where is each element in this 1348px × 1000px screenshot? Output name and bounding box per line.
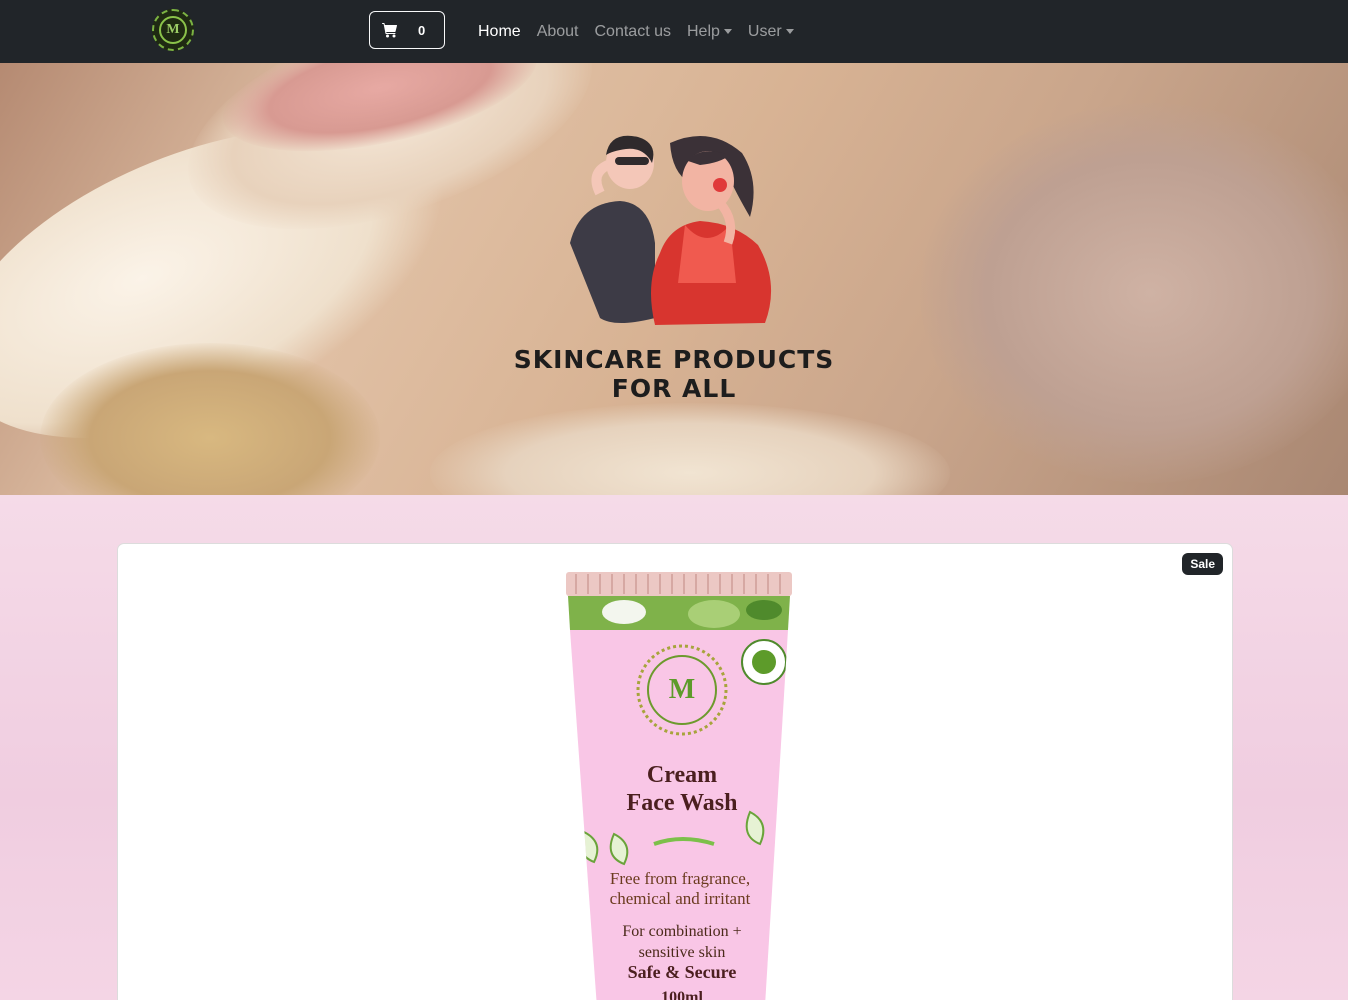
package-promise: Safe & Secure: [628, 962, 737, 982]
package-tagline: Free from fragrance,: [610, 869, 750, 888]
nav-link-label: Contact us: [594, 22, 671, 40]
nav-link-label: Home: [478, 22, 521, 40]
package-volume: 100ml: [661, 989, 703, 1000]
brand-logo[interactable]: M: [152, 9, 194, 51]
nav-link-label: Help: [686, 22, 720, 40]
product-card[interactable]: Sale M Cream Face Wash Free from fragran…: [117, 543, 1233, 1000]
nav-dropdown-user[interactable]: User: [740, 23, 802, 41]
clear-gel: [920, 103, 1348, 483]
navbar: M 0 Home About Contact us Help User: [0, 0, 1348, 63]
package-skin-type: sensitive skin: [639, 944, 726, 961]
nav-links: Home About Contact us Help User: [470, 0, 802, 63]
package-tagline: chemical and irritant: [610, 889, 751, 908]
nav-dropdown-help[interactable]: Help: [679, 23, 740, 41]
chevron-down-icon: [785, 29, 794, 34]
cream-puddle: [430, 403, 950, 495]
package-skin-type: For combination +: [622, 923, 741, 940]
couple-illustration: [570, 135, 772, 325]
hero-title: SKINCARE PRODUCTS FOR ALL: [0, 345, 1348, 403]
cart-count-badge: 0: [418, 22, 426, 38]
chevron-down-icon: [723, 29, 732, 34]
brand-mark-text: M: [669, 674, 695, 705]
cart-button[interactable]: 0: [369, 11, 445, 49]
hero-title-line: SKINCARE PRODUCTS: [513, 345, 835, 374]
nav-link-label: About: [536, 22, 579, 40]
nav-link-home[interactable]: Home: [470, 23, 529, 41]
package-name-line: Face Wash: [627, 790, 738, 816]
package-name-line: Cream: [647, 762, 717, 788]
cart-icon: [382, 23, 398, 38]
sale-badge: Sale: [1182, 553, 1223, 575]
nav-link-about[interactable]: About: [529, 23, 587, 41]
hero-title-line: FOR ALL: [611, 374, 737, 403]
hero-banner: SKINCARE PRODUCTS FOR ALL: [0, 63, 1348, 495]
product-image[interactable]: M Cream Face Wash Free from fragrance, c…: [564, 572, 794, 1000]
nav-link-contact[interactable]: Contact us: [587, 23, 679, 41]
nav-link-label: User: [747, 22, 782, 40]
brand-logo-mark: M: [159, 16, 187, 44]
